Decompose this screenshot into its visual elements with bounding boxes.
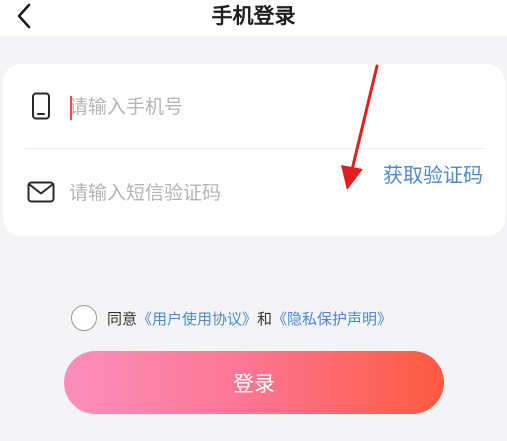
header-bar: 手机登录	[0, 0, 507, 36]
smartphone-icon	[27, 92, 55, 120]
sms-code-input[interactable]	[69, 178, 359, 208]
agreement-prefix: 同意	[107, 309, 138, 328]
agreement-checkbox[interactable]	[71, 305, 97, 331]
divider	[25, 148, 485, 149]
phone-row	[3, 68, 505, 148]
user-agreement-link[interactable]: 《用户使用协议》	[137, 308, 257, 329]
envelope-icon	[27, 178, 55, 206]
agreement-row: 同意 《用户使用协议》 和 《隐私保护声明》	[71, 303, 392, 333]
agreement-conjunction: 和	[257, 309, 273, 328]
privacy-policy-link[interactable]: 《隐私保护声明》	[272, 308, 392, 329]
page-title: 手机登录	[211, 4, 296, 28]
login-form-card: 获取验证码	[3, 64, 505, 236]
phone-input[interactable]	[69, 92, 449, 122]
login-button[interactable]: 登录	[64, 351, 444, 414]
code-row: 获取验证码	[3, 152, 505, 232]
text-caret	[70, 96, 72, 120]
get-code-button[interactable]: 获取验证码	[381, 162, 485, 188]
